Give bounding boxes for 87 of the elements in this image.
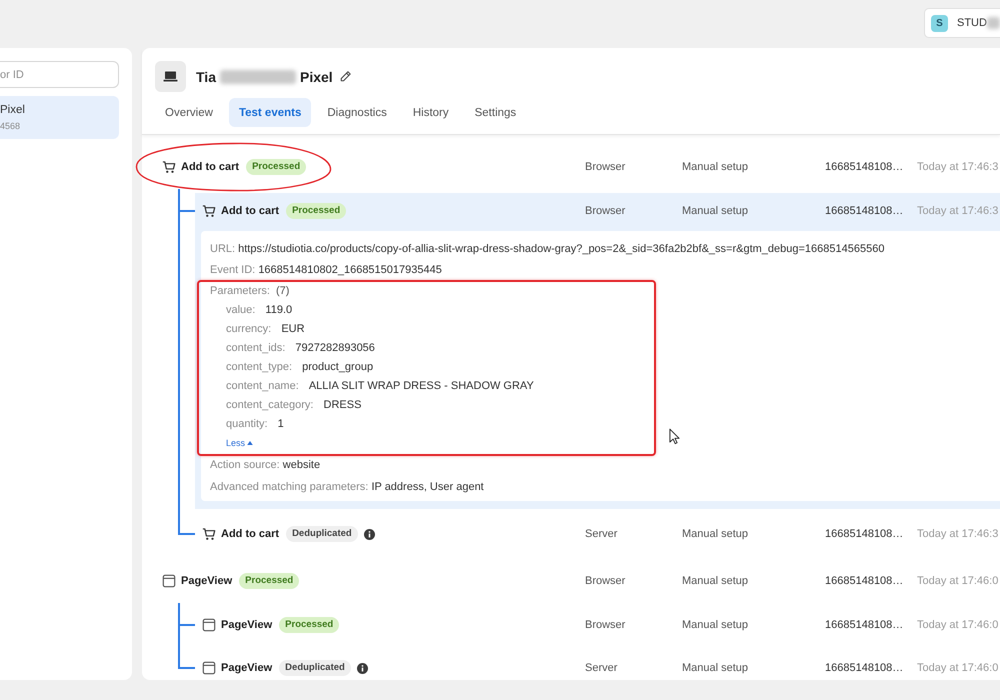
pixel-id: 4568 bbox=[0, 120, 22, 132]
parameter-value: product_group bbox=[302, 361, 374, 373]
event-id: 16685148108… bbox=[825, 619, 904, 631]
parameter-key: content_category: bbox=[226, 399, 314, 411]
info-icon[interactable] bbox=[356, 662, 368, 674]
status-badge: Processed bbox=[239, 573, 300, 589]
detail-label: Advanced matching parameters: bbox=[210, 481, 368, 493]
setup-method: Manual setup bbox=[682, 662, 750, 674]
caret-up-icon bbox=[247, 440, 254, 444]
parameter-key: value: bbox=[226, 304, 256, 316]
parameter-key: content_ids: bbox=[226, 342, 286, 354]
mouse-cursor-icon bbox=[669, 428, 680, 445]
less-link[interactable]: Less bbox=[226, 434, 254, 451]
shopping-cart-icon bbox=[202, 204, 216, 218]
event-time: Today at 17:46:0 bbox=[917, 619, 1000, 631]
event-id: 16685148108… bbox=[825, 662, 904, 674]
account-switcher[interactable]: S STUD bbox=[924, 8, 1000, 38]
parameter-key: content_name: bbox=[226, 380, 299, 392]
detail-value: IP address, User agent bbox=[371, 481, 484, 493]
parameter-key: quantity: bbox=[226, 418, 268, 430]
status-badge: Processed bbox=[246, 159, 306, 175]
status-badge: Deduplicated bbox=[286, 526, 358, 542]
event-name: PageView bbox=[181, 575, 232, 587]
event-time: Today at 17:46:0 bbox=[917, 575, 1000, 587]
account-initial: S bbox=[931, 14, 948, 32]
event-time: Today at 17:46:3 bbox=[917, 205, 1000, 217]
pencil-icon[interactable] bbox=[338, 70, 352, 83]
detail-value: 1668514810802_1668515017935445 bbox=[258, 264, 442, 276]
setup-method: Manual setup bbox=[682, 161, 750, 173]
event-id: 16685148108… bbox=[825, 161, 904, 173]
browser-window-icon bbox=[202, 618, 216, 632]
setup-method: Manual setup bbox=[682, 575, 750, 587]
shopping-cart-icon bbox=[202, 527, 216, 541]
event-name: PageView bbox=[221, 619, 272, 631]
setup-method: Manual setup bbox=[682, 205, 750, 217]
parameter-value: 7927282893056 bbox=[295, 342, 375, 354]
parameter-key: content_type: bbox=[226, 361, 292, 373]
tab[interactable]: Settings bbox=[464, 98, 526, 127]
tab[interactable]: History bbox=[402, 98, 459, 127]
event-name: PageView bbox=[221, 662, 272, 674]
sidebar-item[interactable]: Pixel 4568 bbox=[0, 96, 119, 139]
parameters-count: (7) bbox=[276, 285, 290, 297]
pixel-name: Pixel bbox=[0, 103, 26, 118]
pixel-title: Tia bbox=[196, 68, 216, 84]
status-badge: Processed bbox=[286, 203, 346, 219]
pixel-title: Pixel bbox=[300, 68, 333, 84]
setup-method: Manual setup bbox=[682, 528, 750, 540]
tab[interactable]: Overview bbox=[155, 98, 223, 127]
event-source: Browser bbox=[585, 161, 626, 173]
parameter-value: EUR bbox=[281, 323, 305, 335]
search-field[interactable]: or ID bbox=[0, 61, 119, 88]
event-time: Today at 17:46:0 bbox=[917, 662, 1000, 674]
detail-value: https://studiotia.co/products/copy-of-allia-slit-wrap-dress-shadow-gray?_pos=2&_sid=36fa2b2bf&_ss=r&gtm_debug=1668514565560 bbox=[238, 243, 884, 255]
detail-label: URL: bbox=[210, 243, 236, 255]
event-source: Server bbox=[585, 528, 618, 540]
parameter-key: currency: bbox=[226, 323, 272, 335]
event-source: Browser bbox=[585, 205, 626, 217]
setup-method: Manual setup bbox=[682, 619, 750, 631]
event-source: Server bbox=[585, 662, 618, 674]
detail-value: website bbox=[282, 459, 320, 471]
event-time: Today at 17:46:3 bbox=[917, 528, 1000, 540]
account-name: STUD bbox=[957, 17, 987, 29]
tab[interactable]: Test events bbox=[228, 98, 312, 127]
detail-label: Event ID: bbox=[210, 264, 256, 276]
parameter-value: 119.0 bbox=[265, 304, 292, 316]
parameter-value: 1 bbox=[278, 418, 284, 430]
detail-label: Action source: bbox=[210, 459, 280, 471]
parameters-label: Parameters: bbox=[210, 285, 270, 297]
event-source: Browser bbox=[585, 575, 626, 587]
browser-window-icon bbox=[162, 574, 176, 588]
parameter-value: DRESS bbox=[324, 399, 362, 411]
parameter-value: ALLIA SLIT WRAP DRESS - SHADOW GRAY bbox=[308, 380, 534, 392]
laptop-icon bbox=[155, 61, 186, 92]
info-icon[interactable] bbox=[364, 528, 375, 540]
event-id: 16685148108… bbox=[825, 205, 904, 217]
event-id: 16685148108… bbox=[825, 575, 904, 587]
event-id: 16685148108… bbox=[825, 528, 904, 540]
event-time: Today at 17:46:3 bbox=[917, 161, 1000, 173]
shopping-cart-icon bbox=[162, 160, 176, 174]
status-badge: Processed bbox=[279, 617, 340, 633]
event-source: Browser bbox=[585, 619, 626, 631]
tab[interactable]: Diagnostics bbox=[317, 98, 397, 127]
event-name: Add to cart bbox=[181, 161, 240, 173]
browser-window-icon bbox=[202, 661, 216, 675]
event-name: Add to cart bbox=[221, 528, 280, 540]
status-badge: Deduplicated bbox=[279, 660, 351, 676]
event-name: Add to cart bbox=[221, 205, 280, 217]
